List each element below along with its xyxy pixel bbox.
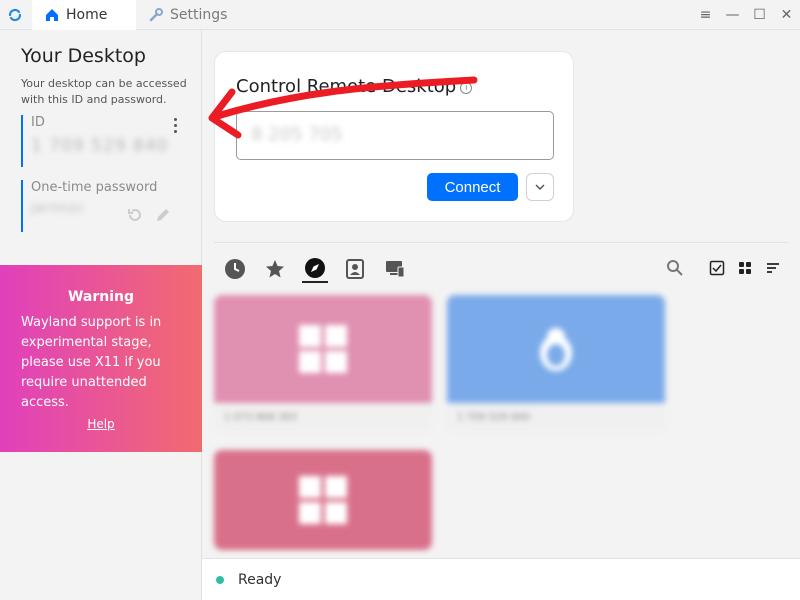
favorites-icon[interactable] [262, 255, 288, 283]
search-icon[interactable] [664, 257, 686, 279]
control-remote-title: Control Remote Desktop i [236, 76, 473, 97]
control-remote-title-text: Control Remote Desktop [236, 76, 457, 97]
peer-tabs [222, 255, 408, 283]
tab-home[interactable]: Home [32, 0, 136, 30]
tab-home-label: Home [66, 6, 108, 23]
menu-icon[interactable]: ≡ [692, 0, 719, 30]
peer-tools [664, 257, 784, 279]
select-checkbox-icon[interactable] [706, 257, 728, 279]
peer-card[interactable]: 1 073 868 393 [214, 295, 432, 431]
discovered-icon[interactable] [302, 255, 328, 283]
home-icon [44, 7, 60, 23]
refresh-password-icon[interactable] [126, 206, 144, 228]
help-link[interactable]: Help [0, 417, 202, 431]
control-remote-card: Control Remote Desktop i 8 205 705 Connec… [214, 51, 574, 222]
minimize-icon[interactable]: — [719, 0, 746, 30]
peer-card-id: 1 073 868 393 [214, 403, 432, 431]
peer-card[interactable]: 1 709 529 840 [447, 295, 665, 431]
linux-icon [540, 328, 572, 371]
your-desktop-description: Your desktop can be accessed with this I… [21, 77, 187, 106]
password-label: One-time password [31, 180, 158, 195]
chevron-down-icon [535, 184, 545, 191]
connect-button[interactable]: Connect [427, 173, 518, 201]
edit-password-icon[interactable] [154, 206, 172, 228]
peer-card-image [214, 295, 432, 403]
close-icon[interactable]: ✕ [773, 0, 800, 30]
windows-icon [299, 476, 347, 524]
peer-card-image [214, 450, 432, 550]
id-more-options-icon[interactable] [170, 116, 180, 134]
wayland-warning-panel: Warning Wayland support is in experiment… [0, 265, 202, 452]
id-value[interactable]: 1 709 529 840 [31, 136, 186, 156]
remote-id-input[interactable]: 8 205 705 [236, 111, 554, 160]
left-panel: Your Desktop Your desktop can be accesse… [0, 30, 202, 600]
divider [214, 242, 788, 243]
accessible-devices-icon[interactable] [382, 255, 408, 283]
windows-icon [299, 325, 347, 373]
sort-icon[interactable] [762, 257, 784, 279]
peer-card[interactable] [214, 450, 432, 550]
status-bar: Ready [202, 558, 800, 600]
recent-icon[interactable] [222, 255, 248, 283]
status-indicator [216, 575, 224, 584]
remote-id-input-value: 8 205 705 [251, 124, 343, 145]
peer-card-image [447, 295, 665, 403]
warning-title: Warning [67, 289, 135, 305]
peer-cards: 1 073 868 393 1 709 529 840 [214, 295, 794, 555]
title-bar: Home Settings ≡ — ☐ ✕ [0, 0, 800, 30]
peer-card-id: 1 709 529 840 [447, 403, 665, 431]
id-label: ID [31, 115, 45, 130]
connect-options-button[interactable] [526, 173, 554, 201]
maximize-icon[interactable]: ☐ [746, 0, 773, 30]
grid-view-icon[interactable] [734, 257, 756, 279]
tab-settings[interactable]: Settings [136, 0, 246, 30]
id-field: ID 1 709 529 840 [21, 115, 186, 167]
address-book-icon[interactable] [342, 255, 368, 283]
wrench-icon [148, 7, 164, 23]
status-text: Ready [238, 571, 282, 588]
app-logo-icon [0, 0, 30, 30]
info-icon[interactable]: i [460, 82, 473, 94]
warning-body: Wayland support is in experimental stage… [21, 315, 162, 410]
main-panel: Control Remote Desktop i 8 205 705 Connec… [202, 30, 800, 600]
your-desktop-title: Your Desktop [21, 45, 146, 67]
tab-settings-label: Settings [170, 6, 228, 23]
